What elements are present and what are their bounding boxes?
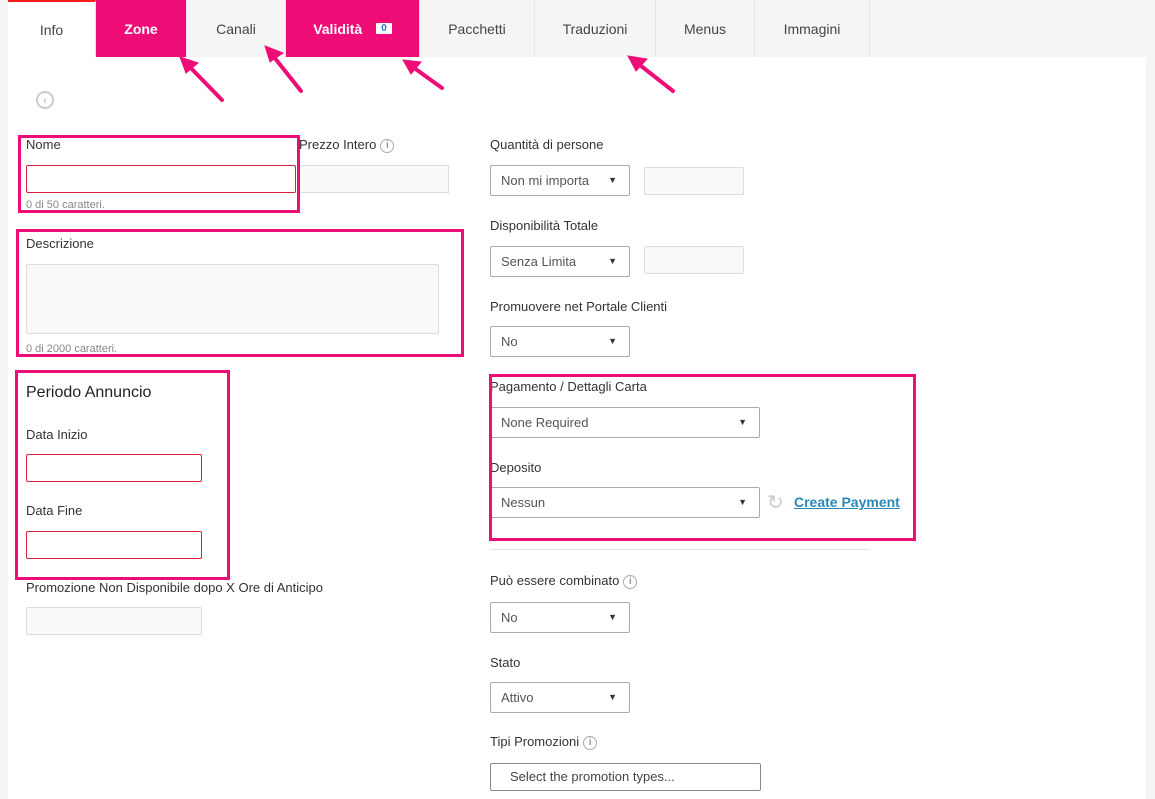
annotation-box-nome: [18, 135, 300, 213]
tab-label: Validità: [313, 20, 363, 37]
quantita-select[interactable]: Non mi importa ▼: [490, 165, 630, 196]
disponibilita-input[interactable]: [644, 246, 744, 274]
tab-validita[interactable]: Validità 0: [286, 0, 420, 57]
info-icon[interactable]: i: [380, 139, 395, 153]
disponibilita-label: Disponibilità Totale: [490, 218, 599, 233]
caret-down-icon: ▼: [608, 336, 617, 346]
tab-label: Info: [39, 21, 64, 38]
combinato-select[interactable]: No ▼: [490, 602, 630, 633]
non-disponibile-input[interactable]: [26, 607, 202, 635]
prezzo-intero-label: Prezzo Intero i: [299, 137, 395, 153]
info-icon[interactable]: i: [583, 736, 598, 750]
promotion-types-multiselect[interactable]: Select the promotion types...: [490, 763, 761, 791]
tipi-promozioni-label: Tipi Promozioni i: [490, 734, 598, 750]
tab-traduzioni[interactable]: Traduzioni: [535, 0, 656, 57]
stato-label: Stato: [490, 655, 521, 670]
annotation-box-periodo: [15, 370, 230, 580]
quantita-input[interactable]: [644, 167, 744, 195]
back-circle-icon[interactable]: ‹: [36, 91, 54, 109]
caret-down-icon: ▼: [608, 175, 617, 185]
tab-zone[interactable]: Zone: [96, 0, 187, 57]
promuovere-select[interactable]: No ▼: [490, 326, 630, 357]
quantita-selected: Non mi importa: [501, 173, 590, 188]
tipi-text: Tipi Promozioni: [490, 734, 580, 749]
caret-down-icon: ▼: [608, 612, 617, 622]
tab-label: Zone: [124, 20, 158, 37]
tab-menus[interactable]: Menus: [656, 0, 755, 57]
tab-info[interactable]: Info: [8, 0, 96, 57]
tab-canali[interactable]: Canali: [187, 0, 286, 57]
stato-selected: Attivo: [501, 690, 534, 705]
prezzo-intero-input[interactable]: [299, 165, 449, 193]
tab-label: Traduzioni: [562, 20, 628, 37]
caret-down-icon: ▼: [608, 256, 617, 266]
disponibilita-select[interactable]: Senza Limita ▼: [490, 246, 630, 277]
quantita-label: Quantità di persone: [490, 137, 604, 152]
non-disponibile-label: Promozione Non Disponibile dopo X Ore di…: [26, 580, 324, 595]
tab-label: Menus: [683, 20, 727, 37]
combinato-text: Può essere combinato: [490, 573, 620, 588]
info-icon[interactable]: i: [623, 575, 638, 589]
tab-label: Canali: [216, 20, 256, 37]
annotation-box-descrizione: [16, 229, 464, 357]
combinato-label: Può essere combinato i: [490, 573, 638, 589]
promuovere-label: Promuovere net Portale Clienti: [490, 299, 668, 314]
prezzo-intero-text: Prezzo Intero: [299, 137, 377, 152]
caret-down-icon: ▼: [608, 692, 617, 702]
annotation-box-pagamento: [489, 374, 916, 541]
tab-label: Pacchetti: [448, 20, 506, 37]
promuovere-selected: No: [501, 334, 518, 349]
tab-immagini[interactable]: Immagini: [755, 0, 870, 57]
stato-select[interactable]: Attivo ▼: [490, 682, 630, 713]
tab-label: Immagini: [783, 20, 841, 37]
tab-pacchetti[interactable]: Pacchetti: [420, 0, 535, 57]
divider: [490, 549, 870, 550]
disponibilita-selected: Senza Limita: [501, 254, 577, 269]
combinato-selected: No: [501, 610, 518, 625]
count-badge: 0: [376, 23, 392, 34]
